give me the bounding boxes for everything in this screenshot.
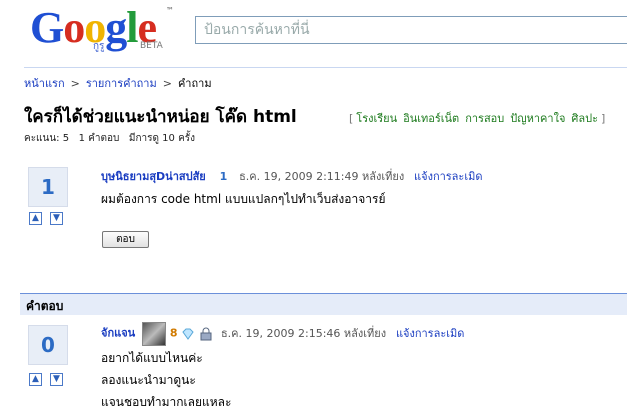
answer-body: อยากได้แบบไหนค่ะ ลองแนะนำมาดูนะ แจนชอบทำ…	[101, 347, 231, 413]
breadcrumb-current: คำถาม	[177, 77, 212, 90]
question-vote-count: 1	[28, 167, 68, 207]
category-link[interactable]: อินเทอร์เน็ต	[403, 112, 459, 125]
answers-heading: คำตอบ	[20, 293, 627, 315]
report-abuse-link[interactable]: แจ้งการละเมิด	[396, 327, 464, 340]
question-title: ใครก็ได้ช่วยแนะนำหน่อย โค๊ด html	[24, 107, 297, 127]
down-arrow-icon[interactable]: ▼	[50, 212, 63, 225]
logo-trademark: ™	[166, 6, 174, 15]
user-icon[interactable]	[142, 321, 166, 346]
header-divider	[24, 67, 627, 68]
question-author-link[interactable]: บุษนิธยามสุDน่าสปสัย	[101, 170, 206, 183]
category-link[interactable]: โรงเรียน	[356, 112, 397, 125]
question-header: บุษนิธยามสุDน่าสปสัย 1 ธ.ค. 19, 2009 2:1…	[101, 167, 483, 185]
answer-line: อยากได้แบบไหนค่ะ	[101, 351, 203, 365]
category-link[interactable]: ศิลปะ	[571, 112, 598, 125]
logo-subtitle: กูรู	[93, 41, 105, 52]
category-link[interactable]: ปัญหาคาใจ	[510, 112, 565, 125]
answer-author-link[interactable]: จักแจน	[101, 327, 135, 340]
question-meta: คะแนน: 5 1 คำตอบ มีการดู 10 ครั้ง	[24, 133, 196, 144]
search-input[interactable]	[195, 16, 627, 44]
author-level: 1	[219, 170, 228, 183]
logo-beta-label: BETA	[140, 41, 163, 51]
answer-line: แจนชอบทำมากเลยแหละ	[101, 395, 232, 409]
answer-line: ลองแนะนำมาดูนะ	[101, 373, 196, 387]
breadcrumb-home-link[interactable]: หน้าแรก	[24, 77, 65, 90]
report-abuse-link[interactable]: แจ้งการละเมิด	[414, 170, 482, 183]
answer-vote-count: 0	[28, 325, 68, 365]
question-body: ผมต้องการ code html แบบแปลกๆไปทำเว็บส่งอ…	[101, 192, 386, 206]
diamond-icon	[182, 328, 194, 340]
reply-button[interactable]: ตอบ	[102, 231, 149, 248]
author-level: 8	[169, 326, 178, 340]
lock-icon	[200, 327, 212, 340]
google-logo[interactable]: Google กูรู BETA ™	[30, 4, 174, 60]
answer-header: จักแจน 8 ธ.ค. 19, 2009 2:15:46 หลังเที่ย…	[101, 321, 464, 346]
breadcrumb: หน้าแรก > รายการคำถาม > คำถาม	[24, 74, 212, 92]
up-arrow-icon[interactable]: ▲	[29, 373, 42, 386]
down-arrow-icon[interactable]: ▼	[50, 373, 63, 386]
breadcrumb-separator: >	[162, 77, 172, 90]
breadcrumb-list-link[interactable]: รายการคำถาม	[86, 77, 157, 90]
breadcrumb-separator: >	[70, 77, 80, 90]
question-categories: [โรงเรียน อินเทอร์เน็ต การสอบ ปัญหาคาใจ ศิลป…	[349, 112, 606, 125]
question-date: ธ.ค. 19, 2009 2:11:49 หลังเที่ยง	[239, 170, 405, 183]
up-arrow-icon[interactable]: ▲	[29, 212, 42, 225]
answer-date: ธ.ค. 19, 2009 2:15:46 หลังเที่ยง	[220, 326, 387, 340]
category-link[interactable]: การสอบ	[465, 112, 504, 125]
